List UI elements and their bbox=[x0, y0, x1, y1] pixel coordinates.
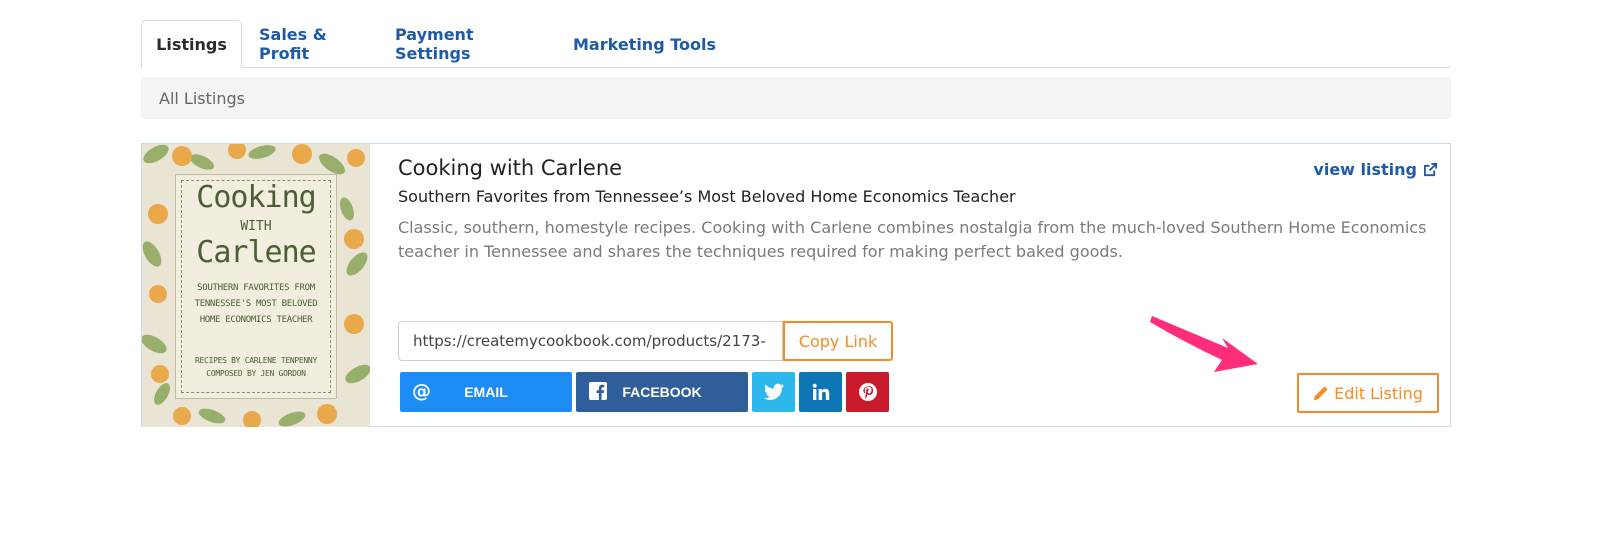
linkedin-icon bbox=[812, 383, 829, 400]
pinterest-icon bbox=[858, 383, 877, 401]
cover-title-cooking: Cooking bbox=[196, 180, 316, 215]
svg-text:@: @ bbox=[412, 381, 431, 401]
annotation-arrow-icon bbox=[1150, 316, 1258, 372]
cover-subtitle-line: TENNESSEE'S MOST BELOVED bbox=[194, 299, 318, 309]
share-email-button[interactable]: @ EMAIL bbox=[400, 372, 572, 412]
external-link-icon bbox=[1423, 162, 1438, 177]
tab-bar: Listings Sales & Profit Payment Settings… bbox=[141, 20, 1451, 69]
share-linkedin-button[interactable] bbox=[799, 372, 842, 412]
cover-credit-line: RECIPES BY CARLENE TENPENNY bbox=[195, 356, 317, 365]
cookbook-cover-image: Cooking WITH Carlene SOUTHERN FAVORITES … bbox=[142, 144, 370, 427]
cover-subtitle: SOUTHERN FAVORITES FROM TENNESSEE'S MOST… bbox=[195, 280, 318, 328]
cover-title-with: WITH bbox=[240, 219, 272, 234]
cover-credit-line: COMPOSED BY JEN GORDON bbox=[206, 369, 306, 378]
pencil-icon bbox=[1314, 385, 1328, 400]
listing-title: Cooking with Carlene bbox=[398, 156, 623, 180]
tab-payment-settings[interactable]: Payment Settings bbox=[395, 20, 550, 68]
copy-link-button[interactable]: Copy Link bbox=[783, 321, 893, 361]
share-pinterest-button[interactable] bbox=[846, 372, 889, 412]
view-listing-link[interactable]: view listing bbox=[1313, 160, 1438, 179]
view-listing-label: view listing bbox=[1313, 160, 1417, 179]
share-email-label: EMAIL bbox=[464, 384, 508, 400]
listing-description: Classic, southern, homestyle recipes. Co… bbox=[398, 218, 1427, 261]
share-facebook-button[interactable]: FACEBOOK bbox=[576, 372, 748, 412]
at-icon: @ bbox=[412, 381, 431, 401]
edit-listing-label: Edit Listing bbox=[1334, 383, 1423, 403]
twitter-icon bbox=[763, 383, 784, 400]
cover-subtitle-line: HOME ECONOMICS TEACHER bbox=[199, 315, 313, 325]
cover-credits: RECIPES BY CARLENE TENPENNY COMPOSED BY … bbox=[195, 354, 317, 380]
listing-subtitle: Southern Favorites from Tennessee’s Most… bbox=[398, 187, 1016, 206]
breadcrumb-all-listings: All Listings bbox=[159, 88, 245, 108]
share-twitter-button[interactable] bbox=[752, 372, 795, 412]
cover-title-carlene: Carlene bbox=[196, 235, 316, 270]
share-link-input[interactable] bbox=[398, 321, 783, 361]
breadcrumb: All Listings bbox=[141, 77, 1451, 119]
edit-listing-button[interactable]: Edit Listing bbox=[1297, 373, 1439, 413]
tab-marketing-tools[interactable]: Marketing Tools bbox=[571, 20, 718, 68]
facebook-icon bbox=[589, 382, 607, 400]
cover-title-panel: Cooking WITH Carlene SOUTHERN FAVORITES … bbox=[175, 174, 337, 399]
cover-subtitle-line: SOUTHERN FAVORITES FROM bbox=[197, 283, 315, 293]
share-facebook-label: FACEBOOK bbox=[622, 384, 702, 400]
listing-card: Cooking WITH Carlene SOUTHERN FAVORITES … bbox=[141, 143, 1451, 427]
tab-listings[interactable]: Listings bbox=[141, 20, 242, 69]
tab-sales-profit[interactable]: Sales & Profit bbox=[259, 20, 375, 68]
